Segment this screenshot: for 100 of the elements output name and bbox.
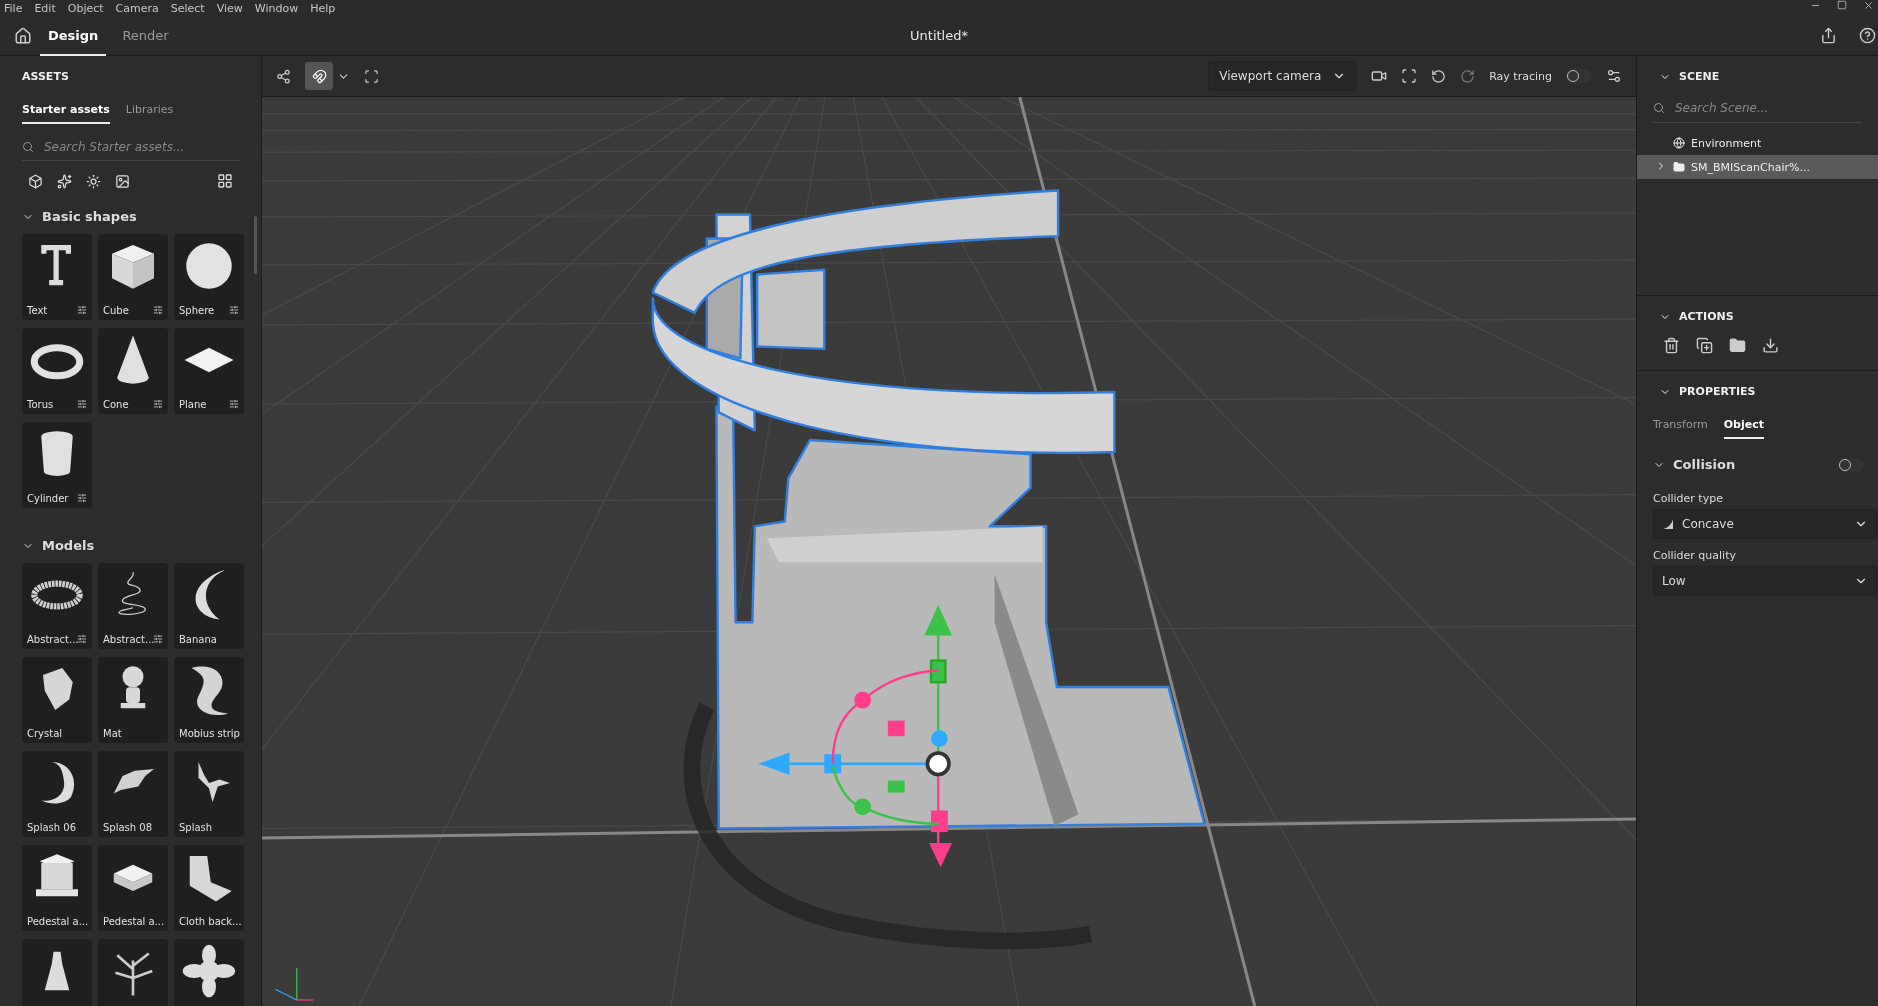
document-title: Untitled*: [910, 28, 968, 43]
section-header[interactable]: Collision: [1637, 439, 1878, 482]
maximize-icon[interactable]: [1837, 0, 1847, 10]
home-icon[interactable]: [14, 26, 32, 45]
scene-item-label: SM_BMIScanChair%...: [1691, 160, 1810, 174]
folder-icon[interactable]: [1729, 337, 1746, 354]
ray-tracing-toggle[interactable]: [1566, 69, 1592, 83]
asset-name: Crystal: [27, 728, 63, 739]
menu-item[interactable]: Edit: [34, 2, 56, 16]
asset-name: Cloth back...: [179, 916, 242, 927]
asset-name: Splash 08: [103, 822, 153, 833]
properties-tab[interactable]: Transform: [1653, 414, 1708, 439]
panel-title: ASSETS: [21, 69, 70, 85]
menu-item[interactable]: View: [216, 2, 243, 16]
scene-item[interactable]: SM_BMIScanChair%...: [1637, 155, 1878, 179]
asset-tile[interactable]: Text: [22, 234, 92, 320]
transform-icon[interactable]: [276, 68, 291, 84]
asset-name: Mat: [103, 728, 122, 739]
collision-toggle[interactable]: [1838, 457, 1864, 472]
assets-tab[interactable]: Starter assets: [22, 99, 110, 124]
search-field[interactable]: Search Starter assets...: [42, 134, 239, 160]
sun-icon[interactable]: [86, 173, 101, 189]
asset-name: Mobius strip: [179, 728, 240, 739]
asset-tile[interactable]: Crystal: [22, 657, 92, 743]
trash-icon[interactable]: [1663, 337, 1680, 354]
dropdown[interactable]: Low: [1653, 566, 1877, 596]
asset-tile[interactable]: [174, 939, 244, 1006]
asset-name: Pedestal a...: [27, 916, 89, 927]
asset-tile[interactable]: Cloth back...: [174, 845, 244, 931]
asset-name: Banana: [179, 634, 217, 645]
asset-tile[interactable]: Splash: [174, 751, 244, 837]
asset-tile[interactable]: Mat: [98, 657, 168, 743]
assets-tab[interactable]: Libraries: [125, 99, 174, 124]
asset-tile[interactable]: Torus: [22, 328, 92, 414]
sliders-icon[interactable]: [153, 634, 163, 644]
asset-name: Abstract...: [103, 634, 155, 645]
scene-item[interactable]: Environment: [1637, 131, 1878, 155]
field-label: Collider quality: [1652, 548, 1737, 564]
asset-tile[interactable]: Mobius strip: [174, 657, 244, 743]
asset-tile[interactable]: [22, 939, 92, 1006]
asset-tile[interactable]: Cone: [98, 328, 168, 414]
sliders-icon[interactable]: [229, 399, 239, 409]
panel-title: SCENE: [1637, 56, 1878, 93]
render-settings-icon[interactable]: [1606, 68, 1622, 84]
share-icon[interactable]: [1820, 27, 1837, 44]
sliders-icon[interactable]: [77, 493, 87, 503]
menu-item[interactable]: Object: [67, 2, 104, 16]
focus-icon[interactable]: [364, 68, 379, 84]
menu-item[interactable]: Help: [310, 2, 336, 16]
asset-name: Cone: [103, 399, 129, 410]
menu-item[interactable]: File: [4, 2, 23, 16]
help-icon[interactable]: [1859, 27, 1876, 44]
sliders-icon[interactable]: [153, 399, 163, 409]
asset-tile[interactable]: Splash 08: [98, 751, 168, 837]
search-icon: [22, 141, 34, 153]
asset-name: Torus: [27, 399, 54, 410]
asset-name: Pedestal a...: [103, 916, 165, 927]
scene-item-label: Environment: [1691, 136, 1762, 150]
asset-tile[interactable]: Pedestal a...: [98, 845, 168, 931]
sliders-icon[interactable]: [153, 305, 163, 315]
asset-tile[interactable]: Cube: [98, 234, 168, 320]
undo-camera-icon[interactable]: [1431, 68, 1447, 84]
cube-icon[interactable]: [28, 173, 43, 189]
asset-tile[interactable]: Banana: [174, 563, 244, 649]
dropdown[interactable]: Concave: [1653, 509, 1877, 539]
search-field[interactable]: Search Scene...: [1673, 94, 1862, 121]
concave-icon: [1662, 518, 1674, 530]
asset-tile[interactable]: [98, 939, 168, 1006]
asset-tile[interactable]: Cylinder: [22, 422, 92, 508]
camera-add-icon[interactable]: [1371, 68, 1388, 84]
sliders-icon[interactable]: [77, 305, 87, 315]
close-icon[interactable]: [1863, 0, 1874, 11]
asset-name: Sphere: [179, 305, 215, 316]
camera-dropdown[interactable]: Viewport camera: [1208, 61, 1358, 91]
globe-icon: [1673, 137, 1685, 149]
properties-tab[interactable]: Object: [1723, 414, 1764, 439]
asset-tile[interactable]: Abstract...: [22, 563, 92, 649]
duplicate-icon[interactable]: [1696, 337, 1713, 354]
section-header[interactable]: Models: [0, 526, 261, 563]
asset-tile[interactable]: Sphere: [174, 234, 244, 320]
ray-tracing-label: Ray tracing: [1489, 69, 1552, 83]
snap-button[interactable]: [305, 62, 333, 90]
download-icon[interactable]: [1762, 337, 1779, 354]
sliders-icon[interactable]: [77, 399, 87, 409]
menu-item[interactable]: Select: [170, 2, 205, 16]
grid-view-icon[interactable]: [217, 173, 233, 189]
sliders-icon[interactable]: [229, 305, 239, 315]
menu-item[interactable]: Camera: [115, 2, 159, 16]
asset-tile[interactable]: Plane: [174, 328, 244, 414]
asset-tile[interactable]: Abstract...: [98, 563, 168, 649]
menu-item[interactable]: Window: [254, 2, 299, 16]
image-icon[interactable]: [115, 173, 130, 189]
section-header[interactable]: Basic shapes: [0, 197, 261, 234]
app-tab[interactable]: Render: [114, 15, 177, 56]
panel-title: PROPERTIES: [1637, 371, 1878, 408]
asset-name: Cube: [103, 305, 129, 316]
asset-tile[interactable]: Splash 06: [22, 751, 92, 837]
sliders-icon[interactable]: [77, 634, 87, 644]
redo-camera-icon[interactable]: [1460, 68, 1476, 84]
asset-tile[interactable]: Pedestal a...: [22, 845, 92, 931]
